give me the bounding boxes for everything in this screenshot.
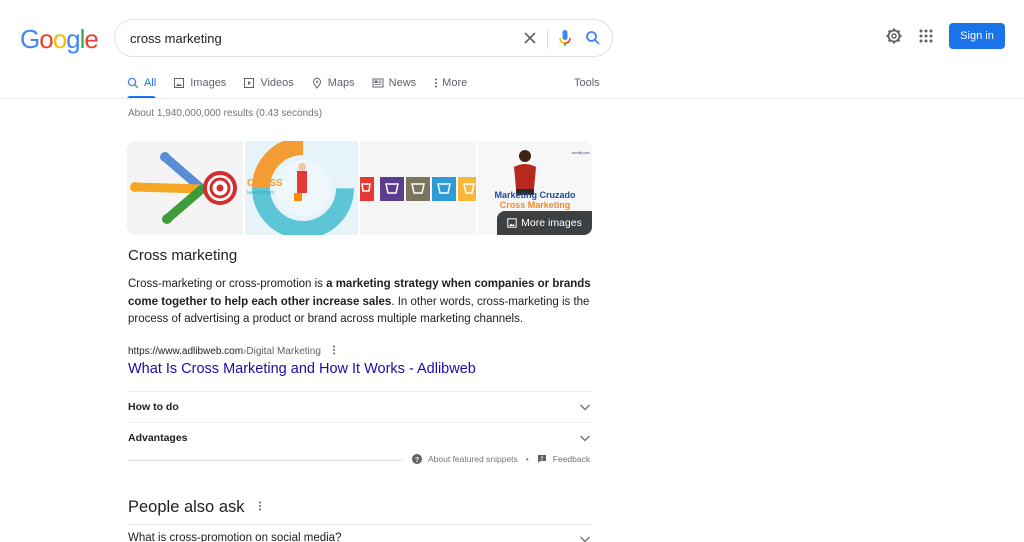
chevron-down-icon <box>580 536 590 542</box>
image-caption: Cross Marketing <box>499 200 570 210</box>
more-images-button[interactable]: More images <box>497 211 592 235</box>
search-input[interactable] <box>130 20 510 56</box>
tab-videos[interactable]: Videos <box>243 75 294 91</box>
search-box <box>114 19 613 57</box>
snippet-text-part: Cross-marketing or cross-promotion is <box>128 278 327 290</box>
tab-all[interactable]: All <box>127 75 157 99</box>
accordion-label: Advantages <box>128 432 188 444</box>
paa-heading: People also ask <box>128 498 245 516</box>
google-logo[interactable]: Google <box>20 24 99 55</box>
accordion-how-to-do[interactable]: How to do <box>128 391 592 422</box>
feedback-label: Feedback <box>552 454 591 464</box>
tab-label: News <box>388 77 417 89</box>
image-thumbnail[interactable]: CROSS MARKETING <box>244 141 358 235</box>
newspaper-icon <box>372 78 384 88</box>
close-icon[interactable] <box>521 29 539 47</box>
logo-letter: o <box>39 24 54 54</box>
svg-text:?: ? <box>415 457 419 464</box>
about-featured-snippets-link[interactable]: ? About featured snippets <box>412 454 518 464</box>
more-vertical-icon <box>435 78 438 88</box>
image-icon <box>174 78 185 88</box>
header-divider <box>0 98 1024 99</box>
grid-icon[interactable] <box>917 27 935 45</box>
result-stats: About 1,940,000,000 results (0.43 second… <box>128 108 323 119</box>
cite-url: https://www.adlibweb.com <box>128 346 244 357</box>
image-thumbnail[interactable]: tuvuffy.com Marketing Cruzado Cross Mark… <box>477 141 592 235</box>
feedback-link[interactable]: Feedback <box>537 454 590 464</box>
microphone-icon[interactable] <box>556 28 574 48</box>
map-pin-icon <box>312 77 321 89</box>
separator-dot: • <box>525 454 529 464</box>
tab-news[interactable]: News <box>372 75 417 91</box>
result-title-link[interactable]: What Is Cross Marketing and How It Works… <box>128 361 476 377</box>
paa-question[interactable]: What is cross-promotion on social media? <box>128 532 592 542</box>
tab-label: Maps <box>327 77 355 89</box>
search-icon <box>127 77 139 89</box>
chevron-down-icon <box>580 435 590 442</box>
logo-letter: e <box>84 24 99 54</box>
sign-in-button[interactable]: Sign in <box>949 23 1005 49</box>
tab-more[interactable]: More <box>433 75 467 91</box>
search-icon[interactable] <box>584 29 602 47</box>
snippet-footer-divider <box>128 460 403 461</box>
image-caption: MARKETING <box>247 190 274 195</box>
tab-label: Videos <box>260 77 294 89</box>
image-caption: Marketing Cruzado <box>494 190 576 200</box>
logo-letter: o <box>52 24 68 54</box>
image-caption: CROSS <box>247 178 283 189</box>
gear-icon[interactable] <box>884 26 904 46</box>
image-strip: CROSS MARKETING tuvuffy.com Marketing Cr… <box>127 141 592 235</box>
cite-breadcrumb: Digital Marketing <box>246 346 321 357</box>
help-icon: ? <box>412 454 422 464</box>
logo-letter: g <box>66 24 81 54</box>
play-icon <box>244 78 255 88</box>
image-thumbnail[interactable] <box>127 141 243 235</box>
tab-label: Images <box>190 77 227 89</box>
feedback-icon <box>537 455 546 463</box>
accordion-advantages[interactable]: Advantages <box>128 422 592 453</box>
tab-images[interactable]: Images <box>173 75 226 91</box>
search-divider <box>547 29 548 49</box>
tab-label: All <box>144 77 157 89</box>
snippet-title: Cross marketing <box>128 247 238 264</box>
paa-divider <box>128 524 592 525</box>
search-tabs: All Images Videos Maps News More <box>127 75 484 99</box>
image-icon <box>507 218 517 228</box>
snippet-footer: ? About featured snippets • Feedback <box>412 454 590 464</box>
accordion-label: How to do <box>128 401 179 413</box>
more-images-label: More images <box>521 217 582 229</box>
result-cite: https://www.adlibweb.com › Digital Marke… <box>128 344 337 359</box>
logo-letter: G <box>20 24 40 54</box>
tab-maps[interactable]: Maps <box>311 75 355 91</box>
about-label: About featured snippets <box>428 454 518 464</box>
more-vertical-icon[interactable] <box>331 344 337 359</box>
tab-label: More <box>442 77 468 89</box>
image-thumbnail[interactable] <box>360 141 476 235</box>
more-vertical-icon[interactable] <box>257 498 263 517</box>
snippet-text: Cross-marketing or cross-promotion is a … <box>128 276 598 329</box>
chevron-down-icon <box>580 404 590 411</box>
image-caption: tuvuffy.com <box>572 151 590 155</box>
paa-question-label: What is cross-promotion on social media? <box>128 532 342 542</box>
people-also-ask-title: People also ask <box>128 498 263 517</box>
tools-button[interactable]: Tools <box>574 75 600 91</box>
